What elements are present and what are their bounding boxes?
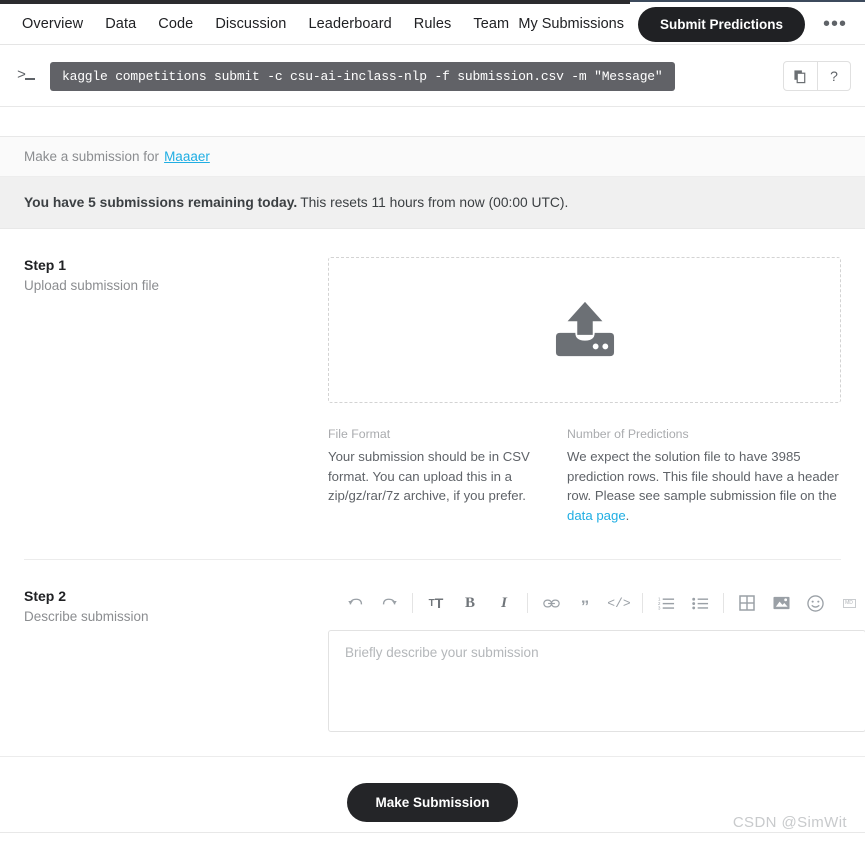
tab-rules[interactable]: Rules: [414, 16, 452, 32]
step-1-labels: Step 1 Upload submission file: [24, 257, 324, 525]
tab-data[interactable]: Data: [105, 16, 136, 32]
submissions-remaining-count: You have 5 submissions remaining today.: [24, 195, 298, 210]
submissions-reset-text: This resets 11 hours from now (00:00 UTC…: [300, 195, 569, 210]
image-icon[interactable]: [764, 589, 798, 617]
copy-icon[interactable]: [784, 62, 817, 90]
file-format-column: File Format Your submission should be in…: [328, 427, 543, 525]
upload-info-columns: File Format Your submission should be in…: [328, 427, 841, 525]
ellipsis-icon[interactable]: •••: [819, 14, 851, 34]
top-chrome-strip-right: [630, 0, 865, 2]
step-2-labels: Step 2 Describe submission: [24, 588, 324, 732]
step-1-subtitle: Upload submission file: [24, 278, 160, 293]
upload-icon: [555, 301, 614, 357]
file-upload-dropzone[interactable]: [328, 257, 841, 403]
nav-actions: My Submissions Submit Predictions •••: [518, 6, 851, 42]
data-page-link[interactable]: data page: [567, 508, 626, 523]
predictions-heading: Number of Predictions: [567, 427, 689, 441]
help-label: ?: [830, 68, 838, 84]
file-format-body: Your submission should be in CSV format.…: [328, 449, 530, 504]
tab-code[interactable]: Code: [158, 16, 193, 32]
card-header-prefix: Make a submission for: [24, 149, 160, 164]
submission-card: Make a submission for Maaaer You have 5 …: [0, 136, 865, 833]
step-2-content: TT B I ” </> 1 2 3 MD Briefly describe y…: [324, 588, 865, 733]
predictions-text-2: .: [625, 507, 630, 523]
watermark: CSDN @SimWit: [732, 814, 847, 831]
toolbar-divider: [723, 593, 724, 614]
tab-team[interactable]: Team: [473, 16, 509, 32]
submission-footer: Make Submission: [0, 756, 865, 848]
table-icon[interactable]: [730, 589, 764, 617]
file-format-heading: File Format: [328, 427, 391, 441]
predictions-column: Number of Predictions We expect the solu…: [567, 427, 841, 525]
card-header: Make a submission for Maaaer: [0, 137, 865, 177]
text-size-icon[interactable]: TT: [419, 589, 453, 617]
my-submissions-link[interactable]: My Submissions: [518, 16, 624, 32]
tab-overview[interactable]: Overview: [22, 16, 83, 32]
step-2-subtitle: Describe submission: [24, 609, 149, 625]
markdown-badge: MD: [842, 598, 856, 608]
code-icon[interactable]: </>: [602, 589, 636, 617]
toolbar-divider: [642, 593, 643, 614]
step-1-content: File Format Your submission should be in…: [324, 257, 841, 525]
toolbar-divider: [527, 593, 528, 614]
predictions-text-1: We expect the solution file to have 3985…: [567, 449, 839, 504]
bullet-list-icon[interactable]: [683, 589, 717, 617]
submissions-remaining-banner: You have 5 submissions remaining today. …: [0, 177, 865, 229]
terminal-prompt-icon: >: [16, 65, 38, 87]
svg-text:3: 3: [658, 606, 661, 610]
tab-leaderboard[interactable]: Leaderboard: [308, 16, 391, 32]
nav-tabs: Overview Data Code Discussion Leaderboar…: [22, 16, 509, 32]
step-2-section: Step 2 Describe submission TT B I ” </> …: [0, 560, 865, 756]
help-button[interactable]: ?: [817, 62, 850, 90]
make-submission-button[interactable]: Make Submission: [347, 783, 518, 823]
markdown-icon[interactable]: MD: [832, 589, 865, 617]
competition-link[interactable]: Maaaer: [164, 149, 210, 164]
cli-command-bar: > kaggle competitions submit -c csu-ai-i…: [0, 46, 865, 107]
tab-discussion[interactable]: Discussion: [215, 16, 286, 32]
ordered-list-icon[interactable]: 1 2 3: [649, 589, 683, 617]
submit-predictions-button[interactable]: Submit Predictions: [637, 6, 805, 42]
italic-icon[interactable]: I: [487, 589, 521, 617]
step-1-section: Step 1 Upload submission file File Forma…: [0, 229, 865, 549]
cli-command-text[interactable]: kaggle competitions submit -c csu-ai-inc…: [50, 61, 675, 91]
emoji-icon[interactable]: [798, 589, 832, 617]
competition-navbar: Overview Data Code Discussion Leaderboar…: [0, 4, 865, 45]
quote-icon[interactable]: ”: [568, 589, 602, 617]
cli-command-actions: ?: [783, 61, 851, 91]
undo-icon[interactable]: [338, 589, 372, 617]
predictions-body: We expect the solution file to have 3985…: [567, 447, 841, 525]
bold-icon[interactable]: B: [453, 589, 487, 617]
redo-icon[interactable]: [372, 589, 406, 617]
step-2-title: Step 2: [24, 588, 67, 605]
toolbar-divider: [412, 593, 413, 614]
link-icon[interactable]: [534, 589, 568, 617]
editor-toolbar: TT B I ” </> 1 2 3 MD: [328, 588, 865, 618]
step-1-title: Step 1: [24, 257, 67, 273]
submission-description-input[interactable]: Briefly describe your submission: [328, 630, 865, 733]
